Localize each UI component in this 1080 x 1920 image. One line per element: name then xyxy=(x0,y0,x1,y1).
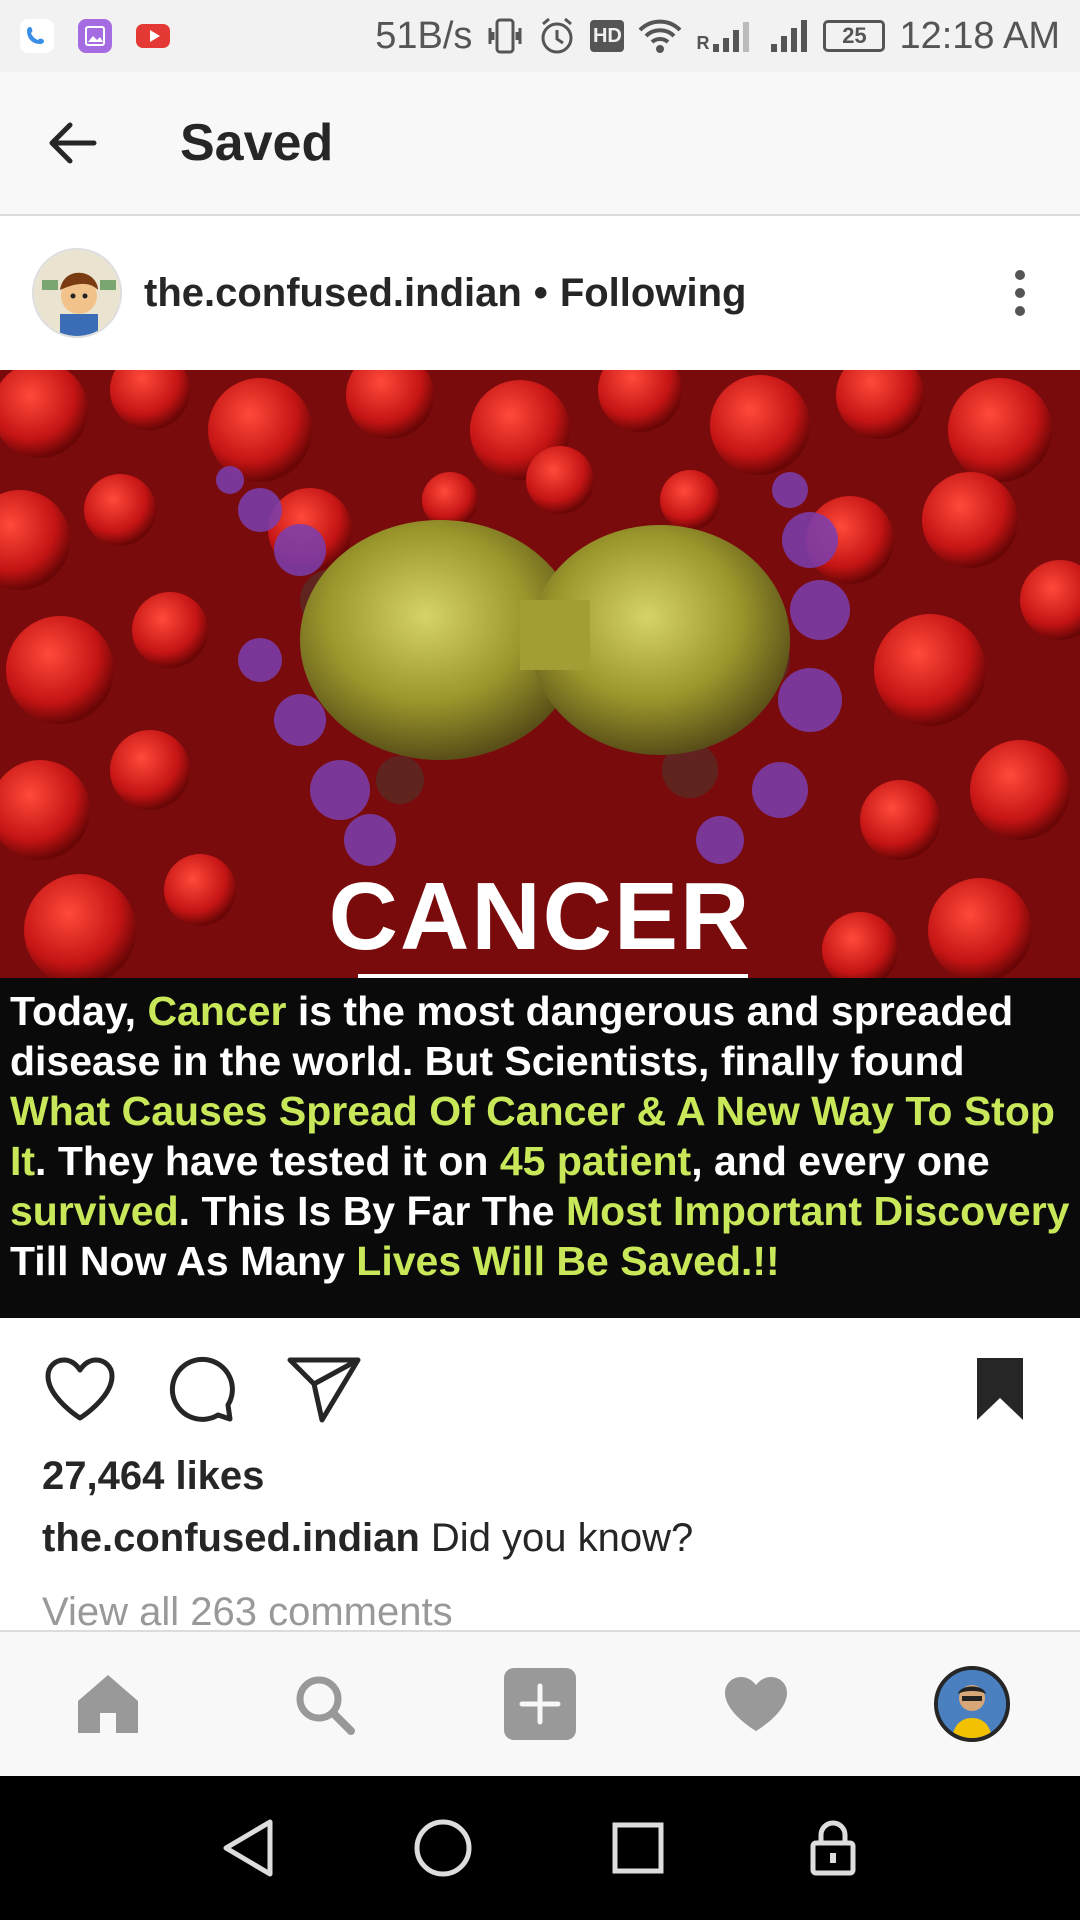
nav-search-button[interactable] xyxy=(274,1654,374,1754)
post-header: the.confused.indian • Following xyxy=(0,216,1080,370)
more-options-button[interactable] xyxy=(1000,253,1040,333)
system-navigation xyxy=(0,1776,1080,1920)
caption-highlight: 45 patient xyxy=(499,1138,692,1184)
nav-home-button[interactable] xyxy=(58,1654,158,1754)
roaming-label: R xyxy=(696,33,710,53)
comment-icon xyxy=(169,1356,235,1422)
system-home-button[interactable] xyxy=(398,1803,488,1893)
avatar[interactable] xyxy=(32,248,122,338)
triangle-back-icon xyxy=(223,1819,272,1877)
lock-icon xyxy=(810,1820,855,1876)
post-user-line: the.confused.indian • Following xyxy=(144,271,746,316)
image-caption: Today, Cancer is the most dangerous and … xyxy=(0,978,1080,1318)
caption-highlight: survived xyxy=(10,1188,179,1234)
arrow-left-icon xyxy=(49,122,97,164)
nav-profile-button[interactable] xyxy=(922,1654,1022,1754)
view-comments-link[interactable]: View all 263 comments xyxy=(42,1590,453,1635)
system-back-button[interactable] xyxy=(203,1803,293,1893)
caption-highlight: Most Important Discovery xyxy=(565,1188,1070,1234)
caption-username[interactable]: the.confused.indian xyxy=(42,1516,420,1560)
square-recents-icon xyxy=(612,1822,663,1874)
vibrate-icon xyxy=(486,16,524,56)
bottom-navigation xyxy=(0,1630,1080,1776)
following-button[interactable]: Following xyxy=(560,271,747,316)
phone-app-icon xyxy=(20,19,54,53)
caption-segment: , and every one xyxy=(691,1138,990,1184)
add-icon xyxy=(504,1668,576,1740)
heart-icon xyxy=(725,1677,787,1731)
signal-icon xyxy=(769,18,809,54)
more-vertical-icon xyxy=(1015,270,1025,316)
network-speed: 51B/s xyxy=(375,14,473,57)
bookmark-filled-icon xyxy=(977,1358,1023,1420)
caption-highlight: Cancer xyxy=(147,988,287,1034)
battery-level: 25 xyxy=(842,23,867,48)
post-actions xyxy=(0,1318,1080,1460)
likes-count[interactable]: 27,464 likes xyxy=(42,1454,264,1499)
home-icon xyxy=(78,1675,138,1733)
page-title: Saved xyxy=(180,114,334,172)
username-link[interactable]: the.confused.indian xyxy=(144,271,522,316)
circle-home-icon xyxy=(414,1819,471,1877)
like-button[interactable] xyxy=(40,1349,120,1429)
post-image[interactable]: CANCER Today, Cancer is the most dangero… xyxy=(0,370,1080,1318)
nav-activity-button[interactable] xyxy=(706,1654,806,1754)
search-icon xyxy=(296,1676,355,1735)
caption-highlight: Lives Will Be Saved.!! xyxy=(356,1238,780,1284)
youtube-app-icon xyxy=(136,19,170,53)
hd-badge: HD xyxy=(590,20,625,52)
send-icon xyxy=(287,1357,361,1423)
separator-dot: • xyxy=(533,270,548,315)
wifi-icon xyxy=(638,18,682,54)
save-button[interactable] xyxy=(960,1349,1040,1429)
caption-segment: Today, xyxy=(10,988,148,1034)
signal-roaming-icon: R xyxy=(696,18,755,54)
caption-segment: Till Now As Many xyxy=(10,1238,357,1284)
alarm-icon xyxy=(538,16,576,56)
share-button[interactable] xyxy=(284,1349,364,1429)
clock: 12:18 AM xyxy=(899,14,1060,57)
post-caption: the.confused.indian Did you know? xyxy=(42,1516,693,1561)
caption-segment: . They have tested it on xyxy=(35,1138,500,1184)
system-lock-button[interactable] xyxy=(788,1803,878,1893)
top-app-bar: Saved xyxy=(0,72,1080,216)
profile-avatar xyxy=(934,1666,1010,1742)
gallery-app-icon xyxy=(78,19,112,53)
nav-add-button[interactable] xyxy=(490,1654,590,1754)
caption-text: Did you know? xyxy=(430,1516,694,1560)
back-button[interactable] xyxy=(22,93,122,193)
caption-segment: . This Is By Far The xyxy=(178,1188,566,1234)
system-recents-button[interactable] xyxy=(593,1803,683,1893)
comment-button[interactable] xyxy=(162,1349,242,1429)
battery-icon: 25 xyxy=(823,20,886,52)
status-bar: 51B/s HD R 25 12:18 AM xyxy=(0,0,1080,72)
heart-outline-icon xyxy=(45,1357,115,1421)
image-title: CANCER xyxy=(328,863,752,970)
